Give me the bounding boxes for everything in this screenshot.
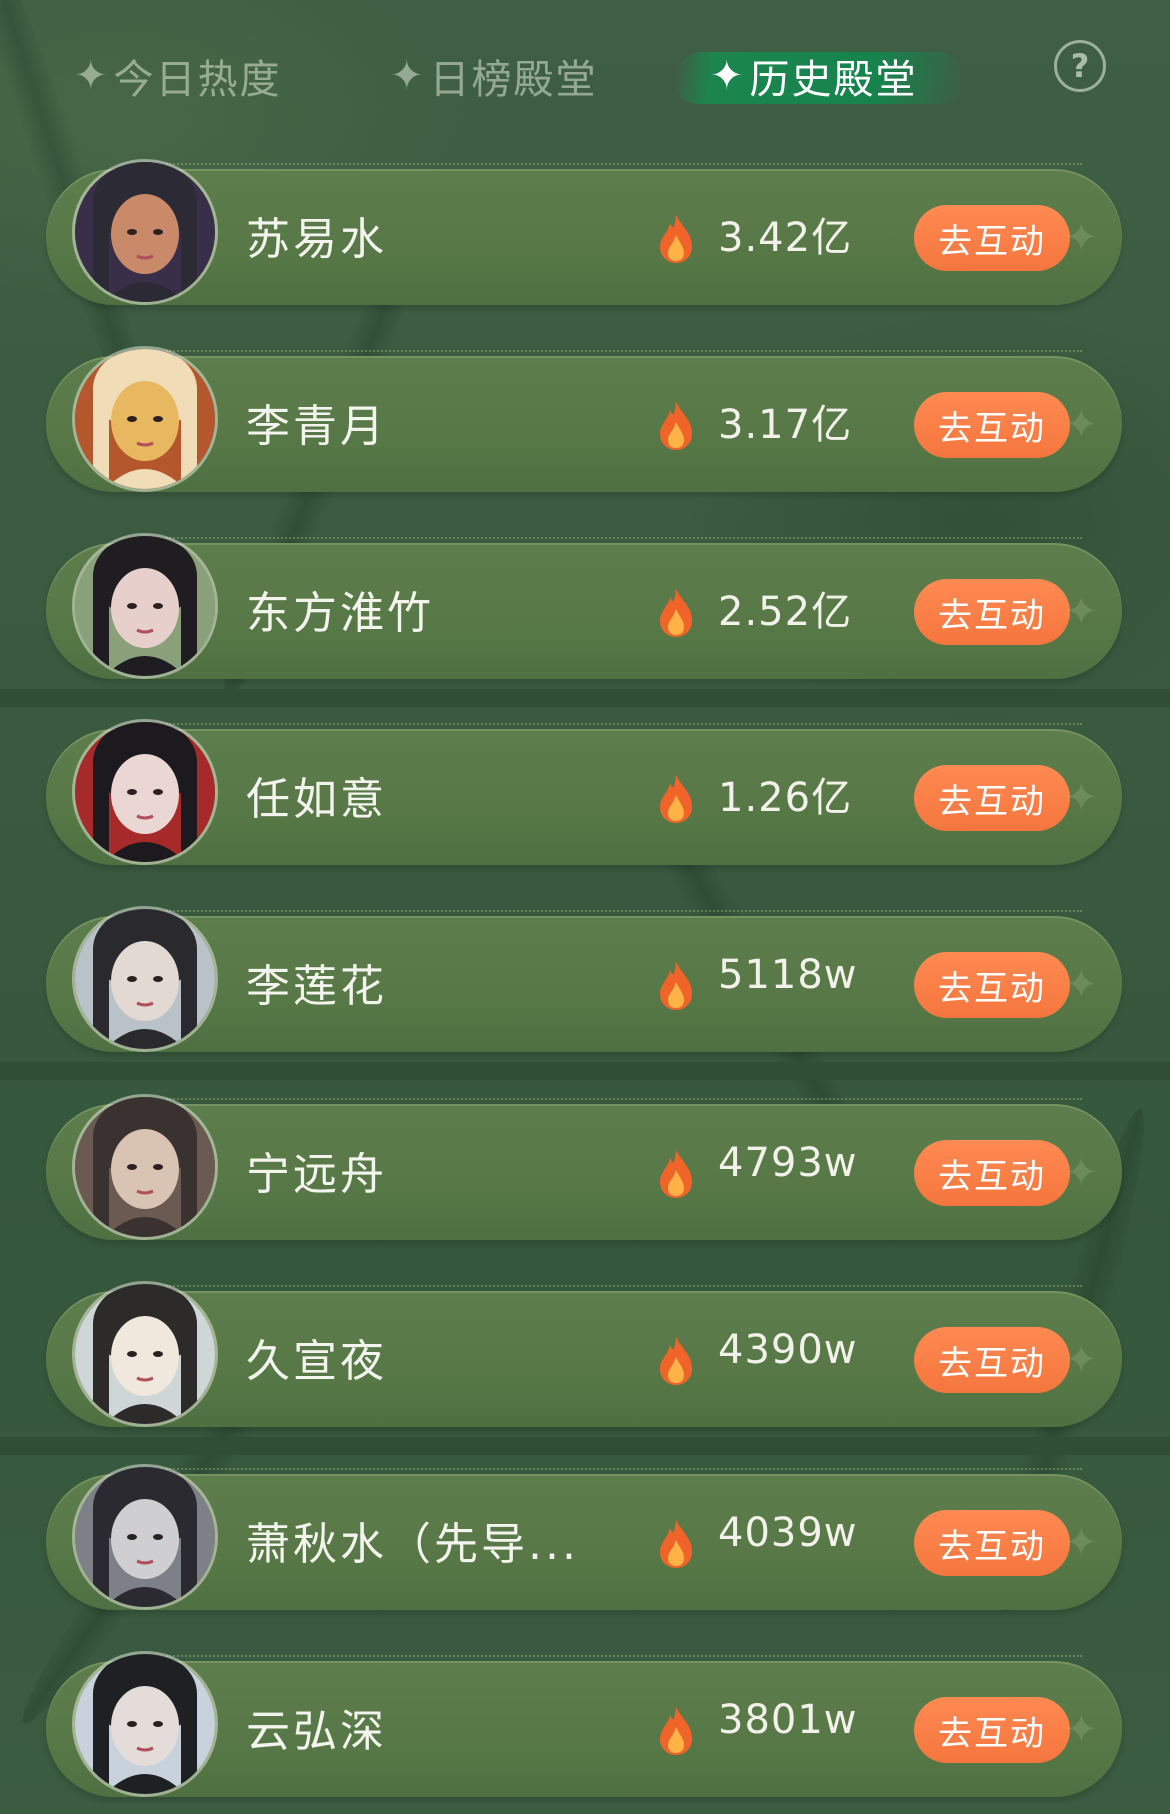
ranking-row: 苏易水 3.42亿 去互动 ✦	[46, 159, 1122, 305]
heat-value: 1.26亿	[718, 775, 853, 821]
question-circle-icon[interactable]: ?	[1054, 40, 1106, 92]
tab-daily-hall[interactable]: ✦ 日榜殿堂	[390, 48, 598, 104]
screenshot-seam	[0, 1437, 1170, 1455]
tab-bar: ✦ 今日热度 ✦ 日榜殿堂 ✦ 历史殿堂	[0, 30, 1170, 120]
fire-icon	[660, 215, 692, 263]
interact-button[interactable]: 去互动	[914, 392, 1070, 458]
sparkle-decoration-icon: ✦	[1064, 1707, 1098, 1753]
sparkle-decoration-icon: ✦	[1064, 1520, 1098, 1566]
screenshot-seam	[0, 1062, 1170, 1080]
avatar[interactable]	[72, 346, 218, 492]
avatar[interactable]	[72, 1464, 218, 1610]
character-name: 李莲花	[246, 961, 387, 1012]
screenshot-seam	[0, 689, 1170, 707]
character-name: 久宣夜	[246, 1336, 387, 1387]
avatar[interactable]	[72, 533, 218, 679]
fire-icon	[660, 402, 692, 450]
heat-value: 2.52亿	[718, 589, 853, 635]
avatar[interactable]	[72, 906, 218, 1052]
tab-label: 日榜殿堂	[429, 57, 598, 103]
ranking-row: 李莲花 5118w 去互动 ✦	[46, 906, 1122, 1052]
interact-button[interactable]: 去互动	[914, 205, 1070, 271]
sparkle-icon: ✦	[74, 53, 110, 99]
sparkle-decoration-icon: ✦	[1064, 1150, 1098, 1196]
interact-button[interactable]: 去互动	[914, 765, 1070, 831]
interact-button[interactable]: 去互动	[914, 1327, 1070, 1393]
sparkle-decoration-icon: ✦	[1064, 215, 1098, 261]
avatar[interactable]	[72, 719, 218, 865]
sparkle-decoration-icon: ✦	[1064, 589, 1098, 635]
character-name: 云弘深	[246, 1706, 387, 1757]
fire-icon	[660, 589, 692, 637]
heat-value: 3.17亿	[718, 402, 853, 448]
tab-label: 今日热度	[113, 57, 282, 103]
heat-value: 5118w	[718, 952, 858, 998]
interact-button[interactable]: 去互动	[914, 1510, 1070, 1576]
ranking-row: 久宣夜 4390w 去互动 ✦	[46, 1281, 1122, 1427]
sparkle-decoration-icon: ✦	[1064, 402, 1098, 448]
character-name: 东方淮竹	[246, 588, 434, 639]
tab-label: 历史殿堂	[749, 57, 918, 103]
tab-today-heat[interactable]: ✦ 今日热度	[74, 48, 282, 104]
fire-icon	[660, 962, 692, 1010]
character-name: 李青月	[246, 401, 387, 452]
fire-icon	[660, 1337, 692, 1385]
character-name: 任如意	[246, 774, 387, 825]
heat-value: 4390w	[718, 1327, 858, 1373]
heat-value: 3801w	[718, 1697, 858, 1743]
ranking-row: 宁远舟 4793w 去互动 ✦	[46, 1094, 1122, 1240]
tab-history-hall[interactable]: ✦ 历史殿堂	[710, 48, 918, 104]
ranking-row: 任如意 1.26亿 去互动 ✦	[46, 719, 1122, 865]
character-name: 苏易水	[246, 214, 387, 265]
sparkle-decoration-icon: ✦	[1064, 775, 1098, 821]
interact-button[interactable]: 去互动	[914, 1140, 1070, 1206]
avatar[interactable]	[72, 1651, 218, 1797]
avatar[interactable]	[72, 159, 218, 305]
fire-icon	[660, 775, 692, 823]
interact-button[interactable]: 去互动	[914, 1697, 1070, 1763]
sparkle-icon: ✦	[390, 53, 426, 99]
interact-button[interactable]: 去互动	[914, 579, 1070, 645]
sparkle-icon: ✦	[710, 53, 746, 99]
character-name: 宁远舟	[246, 1149, 387, 1200]
fire-icon	[660, 1150, 692, 1198]
sparkle-decoration-icon: ✦	[1064, 1337, 1098, 1383]
character-name: 萧秋水（先导...	[246, 1519, 579, 1570]
heat-value: 4039w	[718, 1510, 858, 1556]
heat-value: 3.42亿	[718, 215, 853, 261]
sparkle-decoration-icon: ✦	[1064, 962, 1098, 1008]
heat-value: 4793w	[718, 1140, 858, 1186]
ranking-row: 李青月 3.17亿 去互动 ✦	[46, 346, 1122, 492]
fire-icon	[660, 1707, 692, 1755]
ranking-row: 云弘深 3801w 去互动 ✦	[46, 1651, 1122, 1797]
interact-button[interactable]: 去互动	[914, 952, 1070, 1018]
fire-icon	[660, 1520, 692, 1568]
ranking-row: 萧秋水（先导... 4039w 去互动 ✦	[46, 1464, 1122, 1610]
ranking-row: 东方淮竹 2.52亿 去互动 ✦	[46, 533, 1122, 679]
avatar[interactable]	[72, 1281, 218, 1427]
avatar[interactable]	[72, 1094, 218, 1240]
